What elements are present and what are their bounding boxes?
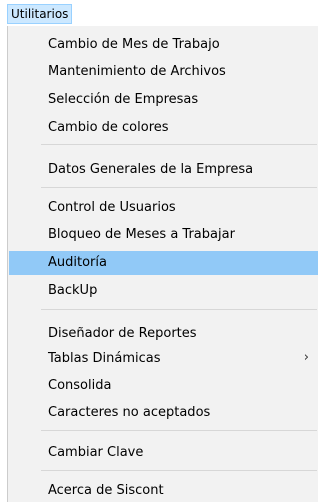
menu-item-datos-generales[interactable]: Datos Generales de la Empresa bbox=[9, 158, 318, 182]
menu-item-consolida[interactable]: Consolida bbox=[9, 374, 318, 398]
menu-item-cambiar-clave[interactable]: Cambiar Clave bbox=[9, 441, 318, 465]
menu-separator bbox=[41, 144, 317, 145]
menu-item-mantenimiento-archivos[interactable]: Mantenimiento de Archivos bbox=[9, 60, 318, 84]
menu-title-utilitarios[interactable]: Utilitarios bbox=[7, 4, 73, 24]
menu-separator bbox=[41, 430, 317, 431]
submenu-arrow-icon: › bbox=[303, 350, 309, 365]
menu-item-seleccion-empresas[interactable]: Selección de Empresas bbox=[9, 88, 318, 112]
menu-item-cambio-mes[interactable]: Cambio de Mes de Trabajo bbox=[9, 33, 318, 57]
menu-item-control-usuarios[interactable]: Control de Usuarios bbox=[9, 196, 318, 220]
menu-separator bbox=[41, 470, 317, 471]
utilitarios-dropdown-menu: Cambio de Mes de Trabajo Mantenimiento d… bbox=[7, 26, 318, 502]
menu-item-auditoria[interactable]: Auditoría bbox=[9, 251, 318, 275]
menu-item-acerca[interactable]: Acerca de Siscont bbox=[9, 479, 318, 503]
menu-separator bbox=[41, 187, 317, 188]
menu-item-disenador-reportes[interactable]: Diseñador de Reportes bbox=[9, 322, 318, 346]
menu-item-tablas-dinamicas[interactable]: Tablas Dinámicas › bbox=[9, 347, 318, 371]
menu-item-caracteres[interactable]: Caracteres no aceptados bbox=[9, 401, 318, 425]
menu-item-backup[interactable]: BackUp bbox=[9, 279, 318, 303]
menu-item-label: Tablas Dinámicas bbox=[48, 351, 161, 366]
menu-item-cambio-colores[interactable]: Cambio de colores bbox=[9, 116, 318, 140]
menu-separator bbox=[41, 309, 317, 310]
menu-item-bloqueo-meses[interactable]: Bloqueo de Meses a Trabajar bbox=[9, 223, 318, 247]
